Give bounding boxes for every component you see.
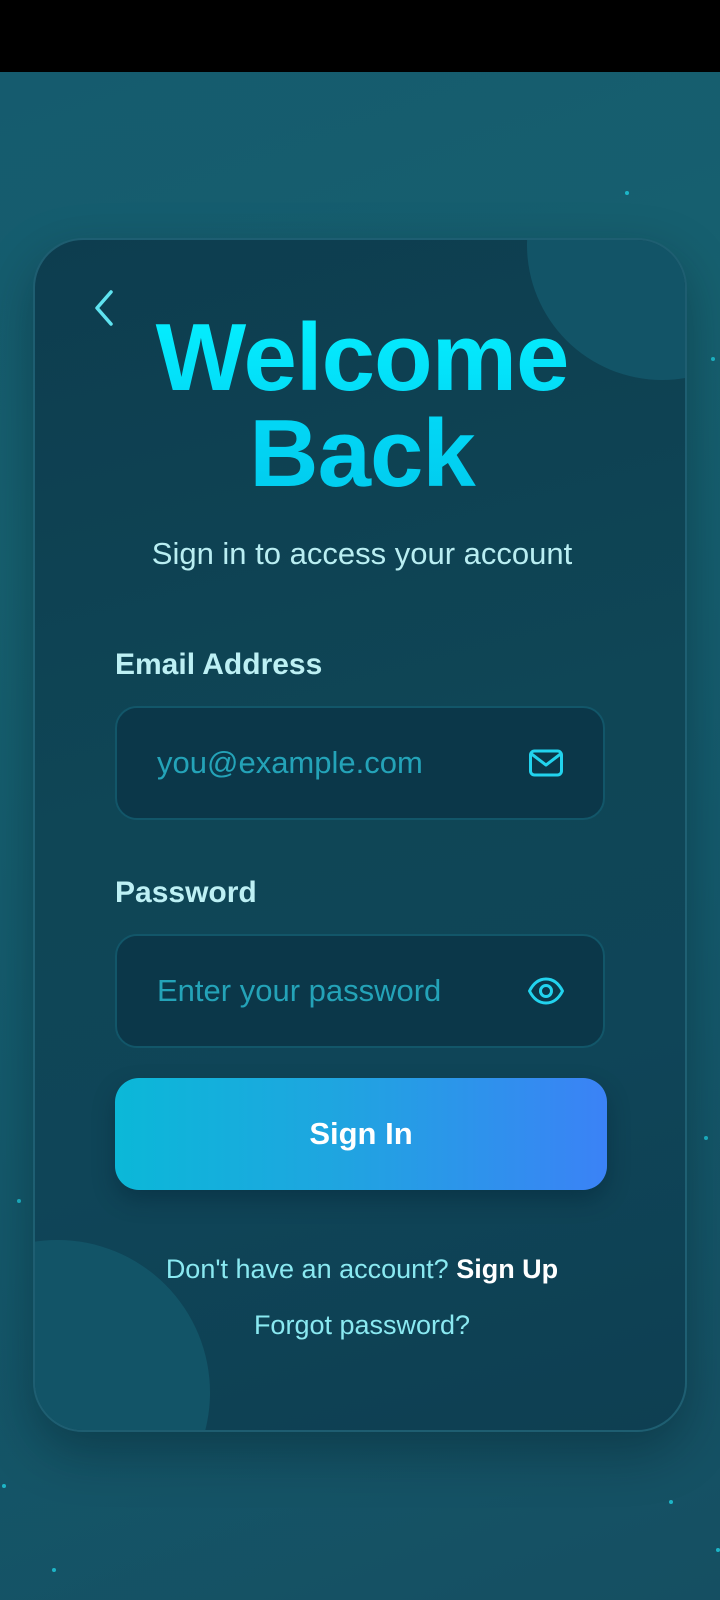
background-dot [625, 191, 629, 195]
background-dot [704, 1136, 708, 1140]
email-label: Email Address [115, 648, 323, 681]
forgot-password-link[interactable]: Forgot password? [35, 1310, 685, 1341]
title-line-1: Welcome [155, 304, 569, 411]
email-field-container [115, 706, 605, 820]
email-field[interactable] [157, 708, 517, 818]
password-label: Password [115, 876, 257, 909]
signup-prompt-line: Don't have an account? Sign Up [35, 1254, 685, 1285]
sign-in-button[interactable]: Sign In [115, 1078, 607, 1190]
page-title: Welcome Back [35, 304, 685, 507]
password-field-container [115, 934, 605, 1048]
page-subtitle: Sign in to access your account [151, 536, 573, 571]
login-card: Welcome Back Sign in to access your acco… [33, 238, 687, 1432]
background-dot [2, 1484, 6, 1488]
background-dot [716, 1548, 720, 1552]
background-dot [669, 1500, 673, 1504]
background-dot [17, 1199, 21, 1203]
background-dot [52, 1568, 56, 1572]
title-line-2: Back [249, 400, 475, 507]
signup-prompt-text: Don't have an account? [165, 1254, 449, 1284]
sign-up-link[interactable]: Sign Up [456, 1254, 558, 1284]
password-field[interactable] [157, 936, 517, 1046]
status-bar [0, 0, 720, 72]
eye-icon[interactable] [527, 972, 565, 1010]
mail-icon [527, 744, 565, 782]
background-dot [711, 357, 715, 361]
